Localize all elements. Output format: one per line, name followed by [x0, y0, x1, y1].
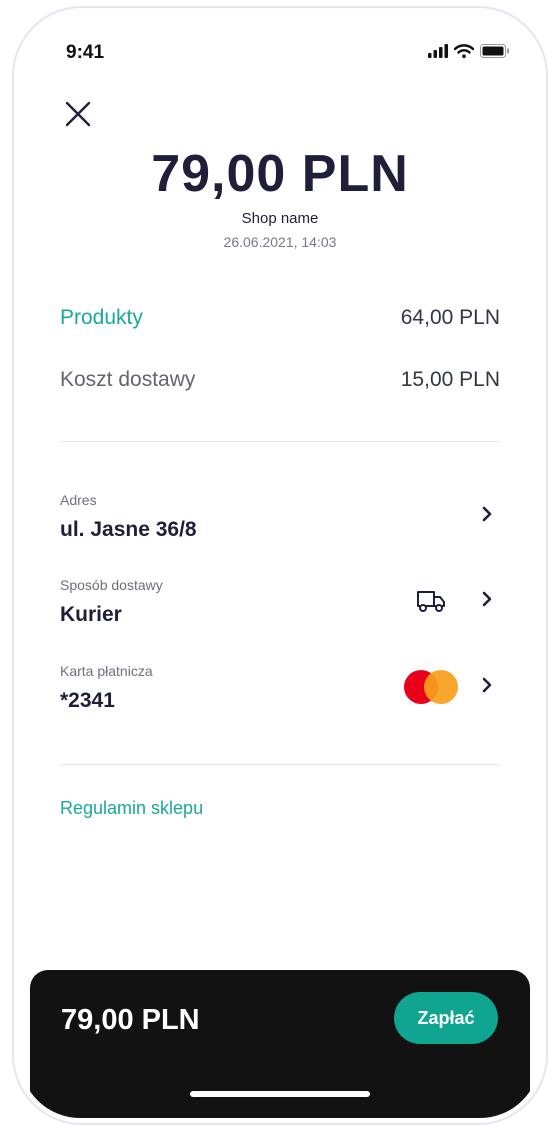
- checkout-amount: 79,00 PLN: [61, 1004, 200, 1036]
- address-value: ul. Jasne 36/8: [60, 518, 197, 541]
- delivery-value: Kurier: [60, 603, 122, 626]
- total-amount: 79,00 PLN: [151, 145, 409, 203]
- address-label: Adres: [60, 492, 97, 508]
- status-time: 9:41: [66, 42, 105, 63]
- truck-icon: [417, 591, 445, 612]
- delivery-section[interactable]: Sposób dostawy Kurier: [60, 577, 500, 647]
- terms-link[interactable]: Regulamin sklepu: [60, 798, 203, 819]
- order-date: 26.06.2021, 14:03: [223, 234, 337, 250]
- address-section[interactable]: Adres ul. Jasne 36/8: [60, 492, 500, 562]
- checkout-bar: 79,00 PLN Zapłać: [30, 970, 530, 1118]
- signal-icon: [428, 44, 448, 58]
- close-icon[interactable]: [62, 98, 94, 130]
- products-label: Produkty: [60, 306, 143, 329]
- battery-icon: [480, 44, 509, 58]
- chevron-right-icon[interactable]: [480, 591, 494, 607]
- card-label: Karta płatnicza: [60, 663, 153, 679]
- shipping-row: Koszt dostawy 15,00 PLN: [60, 368, 500, 392]
- delivery-label: Sposób dostawy: [60, 577, 163, 593]
- divider: [60, 764, 500, 765]
- mastercard-icon: [404, 670, 458, 704]
- chevron-right-icon[interactable]: [480, 506, 494, 522]
- card-section[interactable]: Karta płatnicza *2341: [60, 663, 500, 733]
- shipping-value: 15,00 PLN: [400, 368, 500, 391]
- card-value: *2341: [60, 689, 115, 712]
- wifi-icon: [454, 44, 474, 58]
- screen: 9:41 79,00 PLN Shop name 26.06.2021, 14:…: [20, 14, 540, 1118]
- shipping-label: Koszt dostawy: [60, 368, 196, 391]
- home-indicator[interactable]: [190, 1091, 370, 1097]
- divider: [60, 441, 500, 442]
- pay-button[interactable]: Zapłać: [394, 992, 498, 1044]
- products-value: 64,00 PLN: [400, 306, 500, 329]
- status-bar: 9:41: [20, 14, 540, 74]
- status-icons: [428, 44, 510, 58]
- chevron-right-icon[interactable]: [480, 677, 494, 693]
- shop-name: Shop name: [241, 210, 319, 227]
- products-row: Produkty 64,00 PLN: [60, 306, 500, 330]
